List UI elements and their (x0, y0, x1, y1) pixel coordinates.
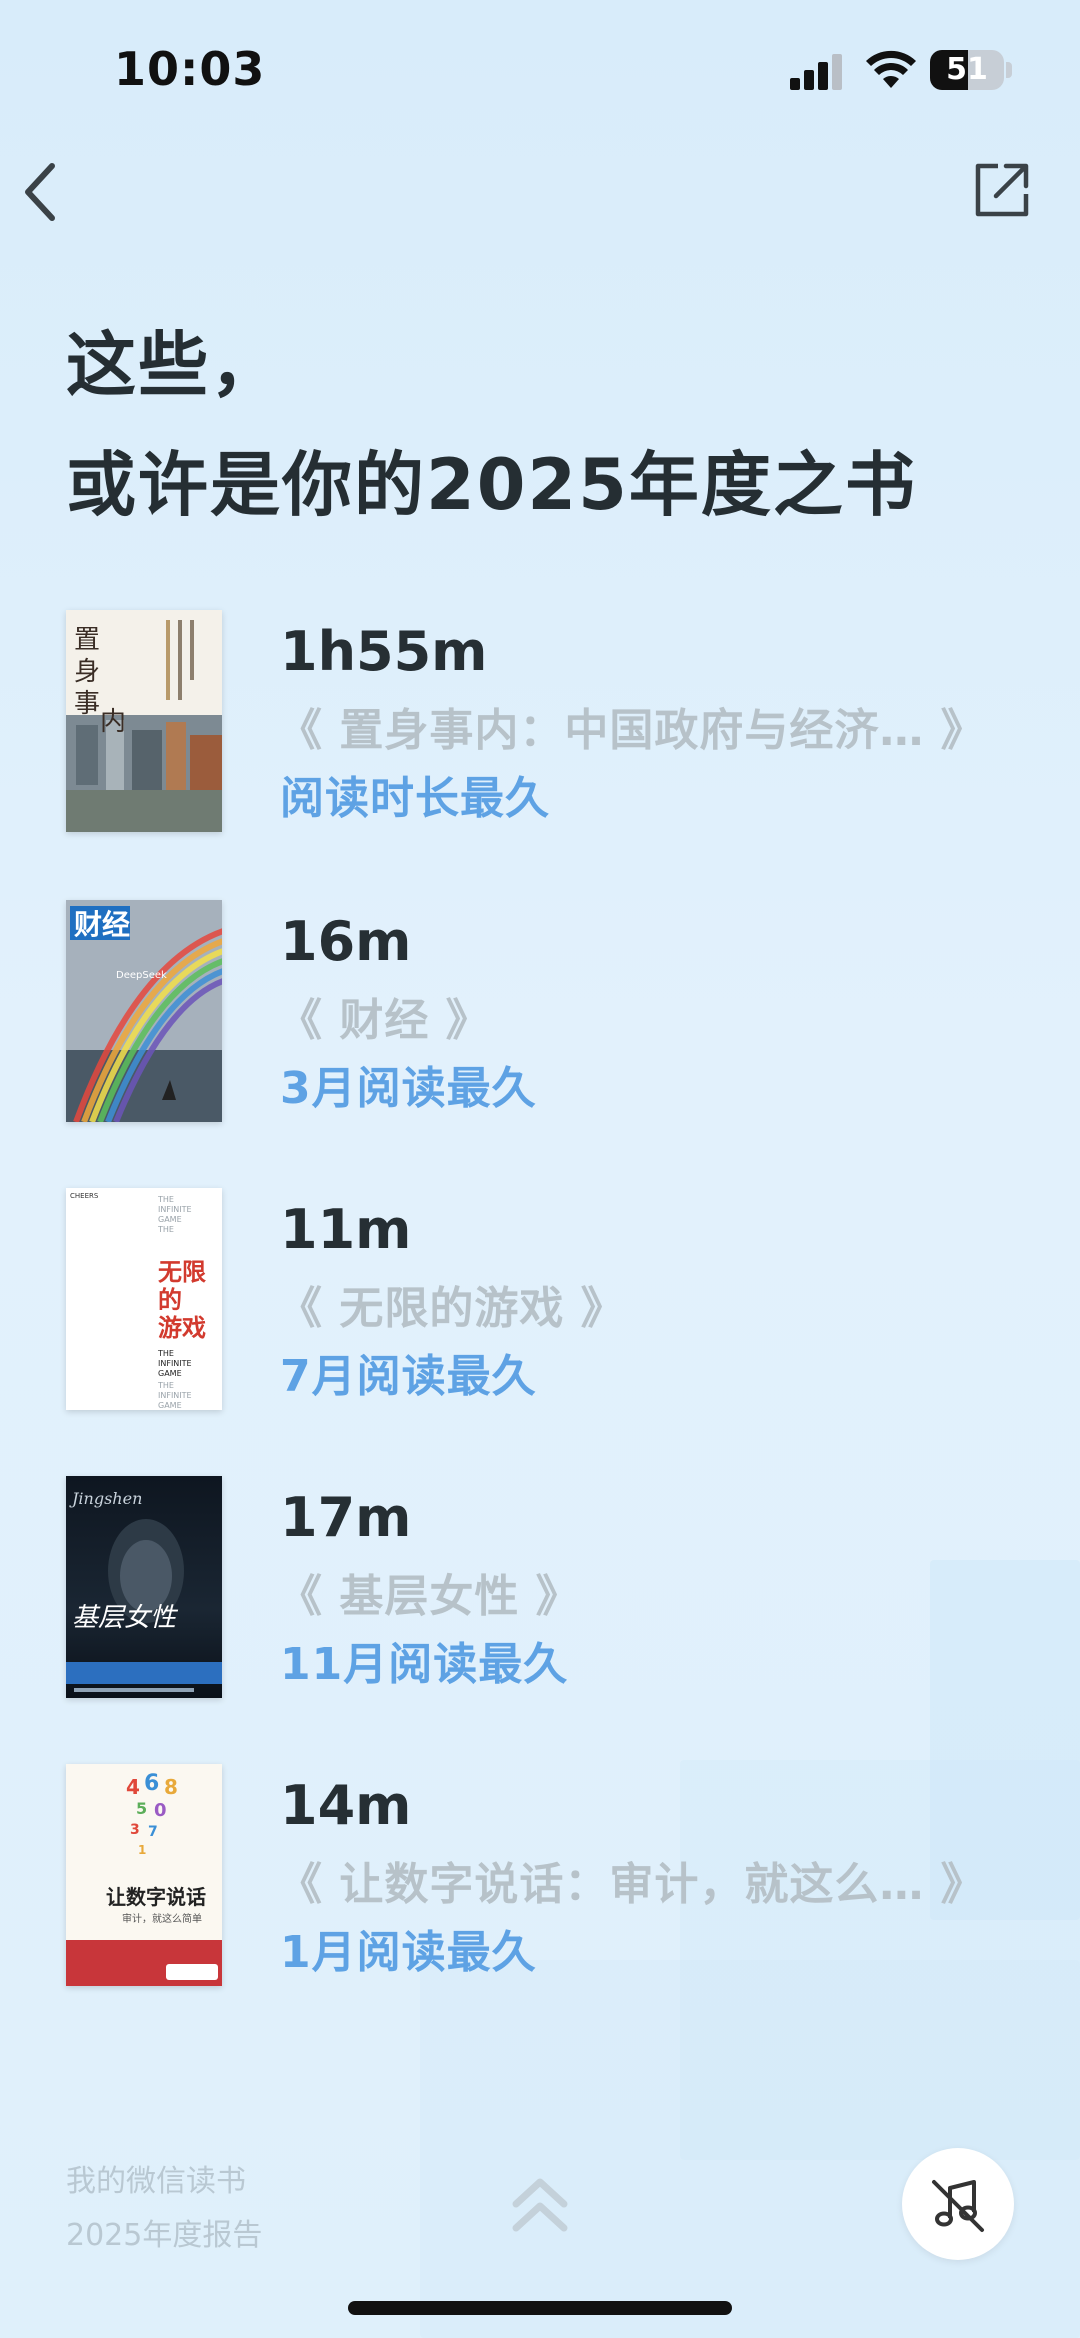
battery-cap (1006, 62, 1012, 78)
book-title: 《 无限的游戏 》 (278, 1283, 626, 1334)
book-title: 《 置身事内：中国政府与经济… 》 (278, 705, 986, 756)
book-item[interactable]: 置 身 事 内 1h55m 《 置身事内：中国政府与经济… 》 阅读时长最久 (66, 610, 1046, 835)
svg-text:1: 1 (138, 1843, 146, 1857)
brand-line-1: 我的微信读书 (66, 2164, 246, 2199)
svg-text:INFINITE: INFINITE (158, 1359, 192, 1368)
chevron-left-icon[interactable] (16, 158, 76, 228)
brand-line-2: 2025年度报告 (66, 2218, 263, 2253)
svg-text:内: 内 (100, 707, 126, 737)
reading-duration: 17m (280, 1486, 412, 1549)
book-item[interactable]: CHEERS 无限 的 游戏 THE INFINITE GAME THE THE INF… (66, 1188, 1046, 1413)
reading-tag: 11月阅读最久 (280, 1639, 569, 1690)
reading-duration: 16m (280, 910, 412, 973)
svg-text:INFINITE: INFINITE (158, 1205, 192, 1214)
svg-text:无限: 无限 (158, 1258, 206, 1286)
book-item[interactable]: 4 6 8 5 0 3 7 1 让数字说话 审计，就这么简单 14m 《 让数字… (66, 1764, 1046, 1989)
svg-text:THE: THE (157, 1349, 174, 1358)
svg-text:6: 6 (144, 1771, 159, 1796)
svg-text:审计，就这么简单: 审计，就这么简单 (122, 1912, 202, 1925)
svg-text:基层女性: 基层女性 (72, 1603, 179, 1633)
wifi-icon (866, 50, 916, 88)
svg-text:INFINITE: INFINITE (158, 1391, 192, 1400)
battery-icon: 51 (930, 50, 1004, 90)
book-title: 《 基层女性 》 (278, 1571, 581, 1622)
book-cover: 4 6 8 5 0 3 7 1 让数字说话 审计，就这么简单 (66, 1764, 222, 1986)
reading-tag: 3月阅读最久 (280, 1063, 537, 1114)
book-title: 《 财经 》 (278, 995, 491, 1046)
home-indicator[interactable] (348, 2301, 732, 2315)
music-off-icon (932, 2180, 984, 2232)
svg-text:GAME: GAME (158, 1401, 182, 1410)
svg-text:THE: THE (157, 1381, 174, 1390)
battery-percent: 51 (946, 52, 988, 87)
title-line-2: 或许是你的2025年度之书 (66, 444, 917, 526)
svg-text:GAME: GAME (158, 1215, 182, 1224)
book-title: 《 让数字说话：审计，就这么… 》 (278, 1859, 986, 1910)
reading-tag: 7月阅读最久 (280, 1351, 537, 1402)
svg-text:8: 8 (164, 1775, 178, 1799)
status-time: 10:03 (114, 42, 266, 96)
reading-duration: 1h55m (280, 620, 488, 683)
svg-text:4: 4 (126, 1775, 140, 1799)
book-cover: 基层女性 Jingshen (66, 1476, 222, 1698)
svg-text:GAME: GAME (158, 1369, 182, 1378)
svg-text:DeepSeek: DeepSeek (116, 970, 167, 981)
status-bar: 10:03 51 (0, 0, 1080, 140)
title-line-1: 这些， (66, 324, 282, 406)
reading-tag: 1月阅读最久 (280, 1927, 537, 1978)
svg-text:7: 7 (148, 1824, 158, 1840)
svg-text:身: 身 (74, 657, 100, 687)
svg-text:5: 5 (136, 1799, 147, 1818)
page-title: 这些， 或许是你的2025年度之书 (66, 305, 917, 545)
svg-text:的: 的 (158, 1286, 182, 1314)
reading-tag: 阅读时长最久 (280, 773, 550, 824)
book-item[interactable]: 基层女性 Jingshen 17m 《 基层女性 》 11月阅读最久 (66, 1476, 1046, 1701)
svg-text:THE: THE (157, 1225, 174, 1234)
cellular-signal-icon (790, 52, 844, 90)
double-chevron-up-icon[interactable] (510, 2170, 570, 2240)
svg-text:游戏: 游戏 (158, 1314, 206, 1342)
svg-text:让数字说话: 让数字说话 (106, 1885, 206, 1909)
book-cover: 财经 DeepSeek (66, 900, 222, 1122)
svg-text:0: 0 (154, 1800, 167, 1821)
svg-text:3: 3 (130, 1822, 140, 1838)
svg-text:Jingshen: Jingshen (69, 1489, 142, 1508)
share-external-icon[interactable] (972, 160, 1032, 220)
music-toggle-button[interactable] (902, 2148, 1014, 2260)
svg-text:CHEERS: CHEERS (70, 1192, 99, 1200)
svg-text:置: 置 (74, 625, 100, 655)
background-shape (420, 1960, 1080, 2338)
book-item[interactable]: 财经 DeepSeek 16m 《 财经 》 3月阅读最久 (66, 900, 1046, 1125)
report-brand: 我的微信读书 2025年度报告 (66, 2155, 262, 2263)
svg-text:THE: THE (157, 1195, 174, 1204)
svg-text:事: 事 (74, 689, 100, 719)
book-cover: 置 身 事 内 (66, 610, 222, 832)
svg-text:财经: 财经 (74, 908, 130, 941)
reading-duration: 14m (280, 1774, 412, 1837)
book-cover: CHEERS 无限 的 游戏 THE INFINITE GAME THE THE INF… (66, 1188, 222, 1410)
reading-duration: 11m (280, 1198, 412, 1261)
